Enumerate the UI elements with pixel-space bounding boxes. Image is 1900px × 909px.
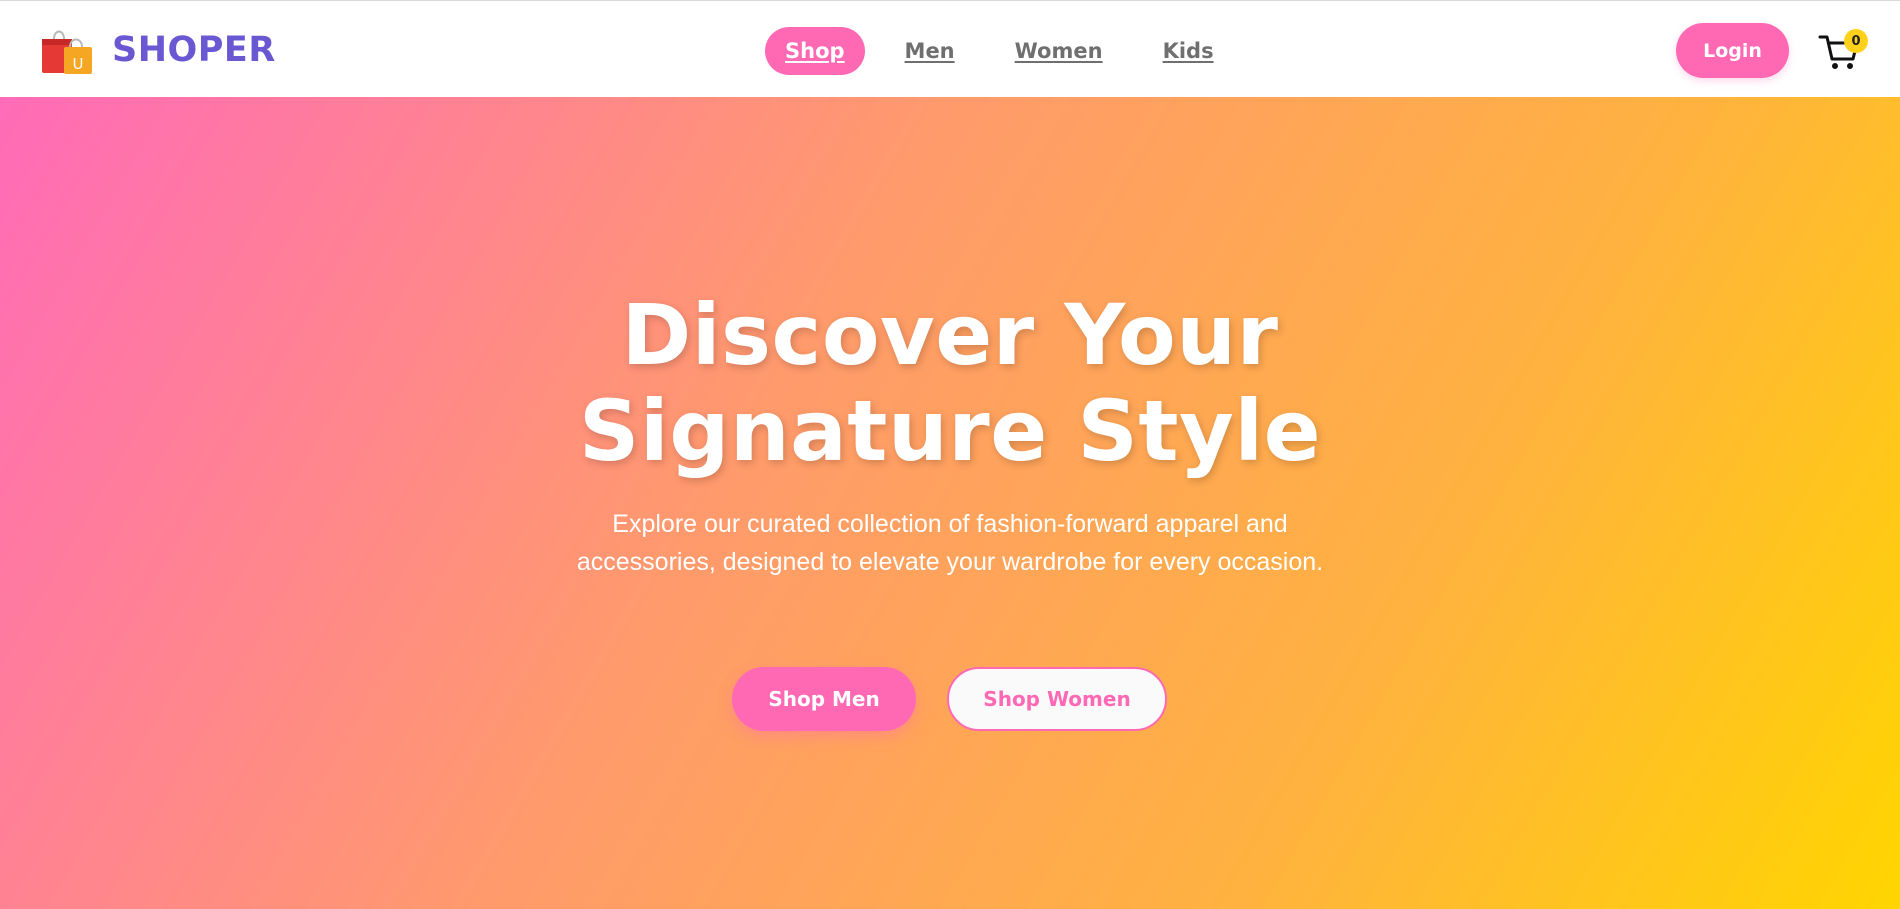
- hero-banner: Discover Your Signature Style Explore ou…: [0, 97, 1900, 909]
- shop-men-button[interactable]: Shop Men: [732, 667, 916, 731]
- nav-item-kids[interactable]: Kids: [1143, 27, 1234, 75]
- brand-name: SHOPER: [112, 30, 276, 70]
- hero-cta-group: Shop Men Shop Women: [732, 667, 1167, 731]
- nav-item-women[interactable]: Women: [995, 27, 1123, 75]
- cart-button[interactable]: 0: [1818, 29, 1868, 73]
- hero-subtitle: Explore our curated collection of fashio…: [576, 510, 1324, 576]
- logo-letter: U: [73, 55, 84, 73]
- hero-title-line-2: Signature Style: [578, 382, 1322, 480]
- nav-item-men[interactable]: Men: [885, 27, 975, 75]
- login-button[interactable]: Login: [1676, 23, 1789, 78]
- nav-item-shop[interactable]: Shop: [765, 27, 865, 75]
- main-nav: Shop Men Women Kids: [765, 27, 1254, 75]
- hero-title: Discover Your Signature Style: [0, 287, 1900, 479]
- shopping-bags-icon: U: [42, 30, 92, 74]
- brand-logo-link[interactable]: U SHOPER: [40, 25, 276, 75]
- cart-count-badge: 0: [1844, 29, 1868, 53]
- top-navigation-bar: U SHOPER Shop Men Women Kids Login 0: [0, 0, 1900, 97]
- hero-title-line-1: Discover Your: [621, 286, 1279, 384]
- shop-women-button[interactable]: Shop Women: [947, 667, 1167, 731]
